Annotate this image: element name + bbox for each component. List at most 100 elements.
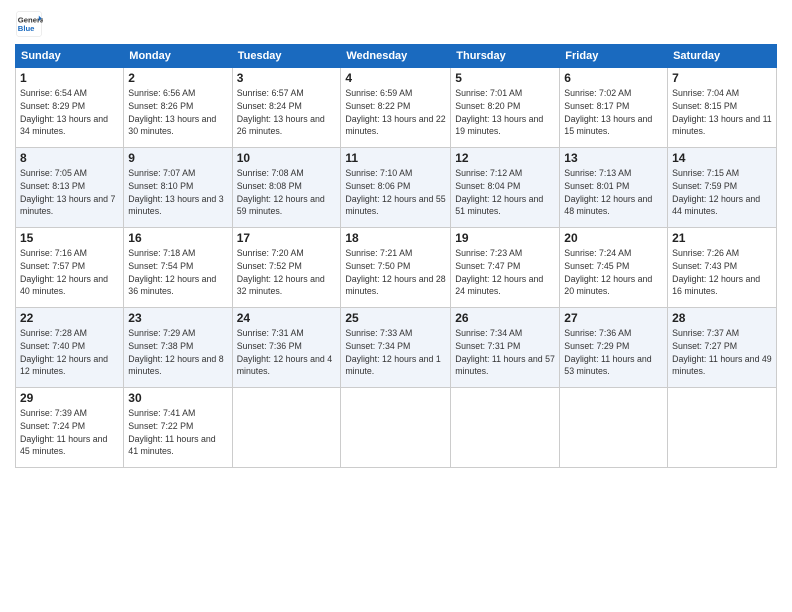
- calendar-week-row: 29 Sunrise: 7:39 AMSunset: 7:24 PMDayligh…: [16, 388, 777, 468]
- day-number: 13: [564, 151, 663, 165]
- day-info: Sunrise: 7:41 AMSunset: 7:22 PMDaylight:…: [128, 408, 215, 456]
- header: General Blue: [15, 10, 777, 38]
- day-info: Sunrise: 6:54 AMSunset: 8:29 PMDaylight:…: [20, 88, 108, 136]
- logo-icon: General Blue: [15, 10, 43, 38]
- day-info: Sunrise: 7:21 AMSunset: 7:50 PMDaylight:…: [345, 248, 445, 296]
- day-info: Sunrise: 7:39 AMSunset: 7:24 PMDaylight:…: [20, 408, 107, 456]
- day-number: 14: [672, 151, 772, 165]
- day-info: Sunrise: 7:02 AMSunset: 8:17 PMDaylight:…: [564, 88, 652, 136]
- calendar-day-cell: 24 Sunrise: 7:31 AMSunset: 7:36 PMDayligh…: [232, 308, 341, 388]
- logo: General Blue: [15, 10, 43, 38]
- day-number: 19: [455, 231, 555, 245]
- calendar-table: SundayMondayTuesdayWednesdayThursdayFrid…: [15, 44, 777, 468]
- calendar-day-cell: 23 Sunrise: 7:29 AMSunset: 7:38 PMDayligh…: [124, 308, 232, 388]
- calendar-day-cell: [668, 388, 777, 468]
- day-info: Sunrise: 7:08 AMSunset: 8:08 PMDaylight:…: [237, 168, 325, 216]
- day-number: 11: [345, 151, 446, 165]
- calendar-day-cell: [232, 388, 341, 468]
- calendar-day-cell: 2Sunrise: 6:56 AMSunset: 8:26 PMDaylight…: [124, 68, 232, 148]
- day-number: 15: [20, 231, 119, 245]
- day-number: 4: [345, 71, 446, 85]
- day-header-thursday: Thursday: [451, 45, 560, 68]
- calendar-day-cell: 16 Sunrise: 7:18 AMSunset: 7:54 PMDayligh…: [124, 228, 232, 308]
- calendar-day-cell: 28 Sunrise: 7:37 AMSunset: 7:27 PMDayligh…: [668, 308, 777, 388]
- day-info: Sunrise: 7:10 AMSunset: 8:06 PMDaylight:…: [345, 168, 445, 216]
- day-info: Sunrise: 7:34 AMSunset: 7:31 PMDaylight:…: [455, 328, 555, 376]
- day-info: Sunrise: 6:59 AMSunset: 8:22 PMDaylight:…: [345, 88, 445, 136]
- calendar-day-cell: 17 Sunrise: 7:20 AMSunset: 7:52 PMDayligh…: [232, 228, 341, 308]
- day-number: 25: [345, 311, 446, 325]
- calendar-day-cell: 19 Sunrise: 7:23 AMSunset: 7:47 PMDayligh…: [451, 228, 560, 308]
- calendar-day-cell: 21Sunrise: 7:26 AMSunset: 7:43 PMDayligh…: [668, 228, 777, 308]
- calendar-week-row: 8 Sunrise: 7:05 AMSunset: 8:13 PMDaylight…: [16, 148, 777, 228]
- day-info: Sunrise: 6:57 AMSunset: 8:24 PMDaylight:…: [237, 88, 325, 136]
- calendar-day-cell: 27 Sunrise: 7:36 AMSunset: 7:29 PMDayligh…: [560, 308, 668, 388]
- day-info: Sunrise: 7:26 AMSunset: 7:43 PMDaylight:…: [672, 248, 760, 296]
- day-info: Sunrise: 7:31 AMSunset: 7:36 PMDaylight:…: [237, 328, 332, 376]
- calendar-week-row: 1 Sunrise: 6:54 AMSunset: 8:29 PMDaylight…: [16, 68, 777, 148]
- calendar-day-cell: 26Sunrise: 7:34 AMSunset: 7:31 PMDayligh…: [451, 308, 560, 388]
- day-info: Sunrise: 7:28 AMSunset: 7:40 PMDaylight:…: [20, 328, 108, 376]
- calendar-day-cell: [341, 388, 451, 468]
- calendar-week-row: 15 Sunrise: 7:16 AMSunset: 7:57 PMDayligh…: [16, 228, 777, 308]
- day-number: 12: [455, 151, 555, 165]
- calendar-day-cell: 1 Sunrise: 6:54 AMSunset: 8:29 PMDaylight…: [16, 68, 124, 148]
- calendar-day-cell: 14 Sunrise: 7:15 AMSunset: 7:59 PMDayligh…: [668, 148, 777, 228]
- calendar-day-cell: 30 Sunrise: 7:41 AMSunset: 7:22 PMDayligh…: [124, 388, 232, 468]
- day-info: Sunrise: 7:05 AMSunset: 8:13 PMDaylight:…: [20, 168, 115, 216]
- calendar-day-cell: [451, 388, 560, 468]
- day-header-tuesday: Tuesday: [232, 45, 341, 68]
- calendar-day-cell: 13 Sunrise: 7:13 AMSunset: 8:01 PMDayligh…: [560, 148, 668, 228]
- day-info: Sunrise: 7:04 AMSunset: 8:15 PMDaylight:…: [672, 88, 772, 136]
- calendar-page: General Blue SundayMondayTuesdayWednesda…: [0, 0, 792, 478]
- day-info: Sunrise: 7:36 AMSunset: 7:29 PMDaylight:…: [564, 328, 651, 376]
- calendar-day-cell: 5Sunrise: 7:01 AMSunset: 8:20 PMDaylight…: [451, 68, 560, 148]
- day-info: Sunrise: 7:12 AMSunset: 8:04 PMDaylight:…: [455, 168, 543, 216]
- calendar-day-cell: 8 Sunrise: 7:05 AMSunset: 8:13 PMDaylight…: [16, 148, 124, 228]
- day-info: Sunrise: 7:29 AMSunset: 7:38 PMDaylight:…: [128, 328, 223, 376]
- day-number: 20: [564, 231, 663, 245]
- day-info: Sunrise: 7:13 AMSunset: 8:01 PMDaylight:…: [564, 168, 652, 216]
- svg-text:Blue: Blue: [18, 24, 35, 33]
- day-number: 1: [20, 71, 119, 85]
- calendar-day-cell: 11 Sunrise: 7:10 AMSunset: 8:06 PMDayligh…: [341, 148, 451, 228]
- day-info: Sunrise: 7:23 AMSunset: 7:47 PMDaylight:…: [455, 248, 543, 296]
- day-number: 22: [20, 311, 119, 325]
- day-info: Sunrise: 7:33 AMSunset: 7:34 PMDaylight:…: [345, 328, 440, 376]
- day-number: 24: [237, 311, 337, 325]
- day-number: 29: [20, 391, 119, 405]
- calendar-day-cell: 10Sunrise: 7:08 AMSunset: 8:08 PMDayligh…: [232, 148, 341, 228]
- day-number: 28: [672, 311, 772, 325]
- day-header-wednesday: Wednesday: [341, 45, 451, 68]
- day-number: 17: [237, 231, 337, 245]
- calendar-week-row: 22 Sunrise: 7:28 AMSunset: 7:40 PMDayligh…: [16, 308, 777, 388]
- day-number: 9: [128, 151, 227, 165]
- day-number: 18: [345, 231, 446, 245]
- day-info: Sunrise: 7:24 AMSunset: 7:45 PMDaylight:…: [564, 248, 652, 296]
- calendar-day-cell: 3 Sunrise: 6:57 AMSunset: 8:24 PMDaylight…: [232, 68, 341, 148]
- day-number: 16: [128, 231, 227, 245]
- day-header-friday: Friday: [560, 45, 668, 68]
- day-info: Sunrise: 7:07 AMSunset: 8:10 PMDaylight:…: [128, 168, 223, 216]
- day-number: 2: [128, 71, 227, 85]
- calendar-day-cell: 15 Sunrise: 7:16 AMSunset: 7:57 PMDayligh…: [16, 228, 124, 308]
- day-number: 23: [128, 311, 227, 325]
- day-header-sunday: Sunday: [16, 45, 124, 68]
- day-info: Sunrise: 7:18 AMSunset: 7:54 PMDaylight:…: [128, 248, 216, 296]
- day-number: 30: [128, 391, 227, 405]
- day-header-saturday: Saturday: [668, 45, 777, 68]
- calendar-day-cell: 18 Sunrise: 7:21 AMSunset: 7:50 PMDayligh…: [341, 228, 451, 308]
- calendar-day-cell: 20 Sunrise: 7:24 AMSunset: 7:45 PMDayligh…: [560, 228, 668, 308]
- day-header-monday: Monday: [124, 45, 232, 68]
- day-info: Sunrise: 7:01 AMSunset: 8:20 PMDaylight:…: [455, 88, 543, 136]
- calendar-day-cell: 7Sunrise: 7:04 AMSunset: 8:15 PMDaylight…: [668, 68, 777, 148]
- day-number: 8: [20, 151, 119, 165]
- day-info: Sunrise: 7:15 AMSunset: 7:59 PMDaylight:…: [672, 168, 760, 216]
- calendar-day-cell: 4 Sunrise: 6:59 AMSunset: 8:22 PMDaylight…: [341, 68, 451, 148]
- day-info: Sunrise: 7:37 AMSunset: 7:27 PMDaylight:…: [672, 328, 772, 376]
- day-number: 3: [237, 71, 337, 85]
- day-info: Sunrise: 7:20 AMSunset: 7:52 PMDaylight:…: [237, 248, 325, 296]
- calendar-day-cell: 12 Sunrise: 7:12 AMSunset: 8:04 PMDayligh…: [451, 148, 560, 228]
- day-number: 27: [564, 311, 663, 325]
- day-info: Sunrise: 7:16 AMSunset: 7:57 PMDaylight:…: [20, 248, 108, 296]
